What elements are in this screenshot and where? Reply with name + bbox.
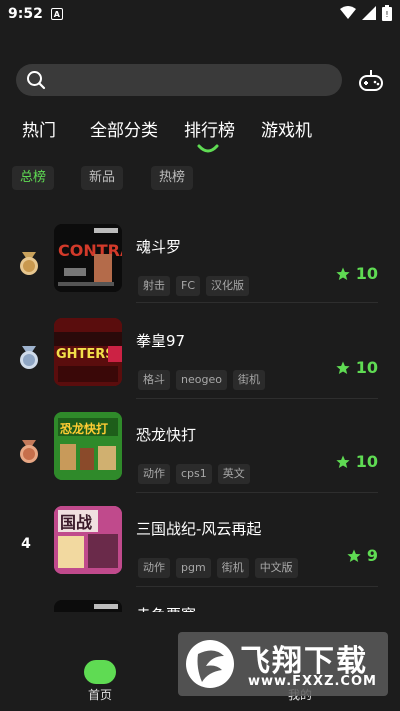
- ranking-list: CONTRA 魂斗罗 射击 FC 汉化版 10: [0, 214, 400, 612]
- wifi-icon: [340, 6, 356, 19]
- game-thumbnail: 国战: [54, 506, 122, 574]
- score: 9: [347, 546, 378, 565]
- jackal-cover-art: [54, 600, 122, 612]
- bronze-medal-icon: [20, 440, 38, 463]
- home-icon: [84, 660, 116, 684]
- list-item[interactable]: 赤色要塞: [0, 600, 400, 612]
- main-tabs: 热门 全部分类 排行榜 游戏机: [0, 116, 400, 146]
- gamepad-icon[interactable]: [358, 68, 384, 94]
- score: 10: [336, 264, 378, 283]
- divider: [136, 302, 378, 303]
- score-value: 10: [355, 358, 378, 377]
- game-title: 恐龙快打: [136, 426, 197, 444]
- search-row: [16, 64, 384, 98]
- status-time: 9:52: [8, 6, 43, 22]
- tag: FC: [176, 276, 201, 296]
- search-input[interactable]: [16, 64, 342, 96]
- svg-text:CONTRA: CONTRA: [58, 241, 122, 260]
- signal-icon: [362, 6, 376, 20]
- svg-text:GHTERS: GHTERS: [56, 347, 115, 362]
- tag-row: 射击 FC 汉化版: [138, 276, 250, 296]
- game-thumbnail: 恐龙快打: [54, 412, 122, 480]
- game-title: 魂斗罗: [136, 238, 182, 256]
- list-item[interactable]: 恐龙快打 恐龙快打 动作 cps1 英文 10: [0, 412, 400, 506]
- tag: 汉化版: [206, 276, 250, 296]
- score-value: 10: [355, 452, 378, 471]
- subtab-overall[interactable]: 总榜: [12, 166, 55, 190]
- tag: 英文: [217, 464, 250, 484]
- star-icon: [336, 455, 350, 468]
- nav-home[interactable]: 首页: [80, 660, 120, 703]
- game-thumbnail: GHTERS: [54, 318, 122, 386]
- tab-all-categories[interactable]: 全部分类: [90, 116, 158, 141]
- status-icons: !: [340, 5, 392, 21]
- tab-consoles[interactable]: 游戏机: [261, 116, 312, 141]
- divider: [136, 398, 378, 399]
- svg-text:国战: 国战: [60, 513, 92, 532]
- watermark: 飞翔下载 www.FXXZ.COM: [178, 632, 388, 696]
- contra-cover-art: CONTRA: [54, 224, 122, 292]
- svg-text:!: !: [385, 10, 388, 19]
- tag-row: 动作 cps1 英文: [138, 464, 250, 484]
- notification-icon: A: [50, 8, 63, 20]
- subtab-popular[interactable]: 热榜: [151, 166, 194, 190]
- tag: 射击: [138, 276, 170, 296]
- tag: 格斗: [138, 370, 170, 390]
- search-icon: [27, 71, 46, 90]
- kof97-cover-art: GHTERS: [54, 318, 122, 386]
- silver-medal-icon: [20, 346, 38, 369]
- star-icon: [347, 549, 361, 562]
- score: 10: [336, 452, 378, 471]
- divider: [136, 492, 378, 493]
- score: 10: [336, 358, 378, 377]
- tag: 动作: [138, 558, 170, 578]
- subtab-new[interactable]: 新品: [81, 166, 124, 190]
- score-value: 10: [355, 264, 378, 283]
- nav-home-label: 首页: [87, 688, 112, 702]
- tag-row: 动作 pgm 街机 中文版: [138, 558, 298, 578]
- watermark-logo-icon: [186, 640, 234, 688]
- tag: 街机: [216, 558, 249, 578]
- sanguo-cover-art: 国战: [54, 506, 122, 574]
- tag: cps1: [176, 464, 212, 484]
- cadillacs-dinosaurs-cover-art: 恐龙快打: [54, 412, 122, 480]
- status-bar: 9:52 A !: [0, 0, 400, 28]
- tag: 动作: [138, 464, 170, 484]
- watermark-url: www.FXXZ.COM: [248, 674, 377, 689]
- gold-medal-icon: [20, 252, 38, 275]
- tab-ranking[interactable]: 排行榜: [184, 116, 235, 141]
- sub-tabs: 总榜 新品 热榜: [0, 166, 400, 190]
- star-icon: [336, 267, 350, 280]
- divider: [136, 586, 378, 587]
- list-item[interactable]: GHTERS 拳皇97 格斗 neogeo 街机 10: [0, 318, 400, 412]
- tab-hot[interactable]: 热门: [22, 116, 56, 141]
- list-item[interactable]: 4 国战 三国战纪-风云再起 动作 pgm 街机 中文版 9: [0, 506, 400, 600]
- game-thumbnail: CONTRA: [54, 224, 122, 292]
- tag: neogeo: [176, 370, 227, 390]
- game-title: 三国战纪-风云再起: [136, 520, 262, 538]
- star-icon: [336, 361, 350, 374]
- active-tab-indicator: [197, 144, 219, 153]
- battery-icon: !: [382, 5, 392, 21]
- svg-text:恐龙快打: 恐龙快打: [60, 421, 108, 436]
- game-title: 赤色要塞: [136, 604, 196, 612]
- game-thumbnail: [54, 600, 122, 612]
- score-value: 9: [366, 546, 378, 565]
- tag: pgm: [176, 558, 211, 578]
- tag: 中文版: [254, 558, 298, 578]
- tag: 街机: [232, 370, 265, 390]
- rank-number: 4: [21, 536, 31, 552]
- tag-row: 格斗 neogeo 街机: [138, 370, 265, 390]
- list-item[interactable]: CONTRA 魂斗罗 射击 FC 汉化版 10: [0, 224, 400, 318]
- game-title: 拳皇97: [136, 332, 186, 350]
